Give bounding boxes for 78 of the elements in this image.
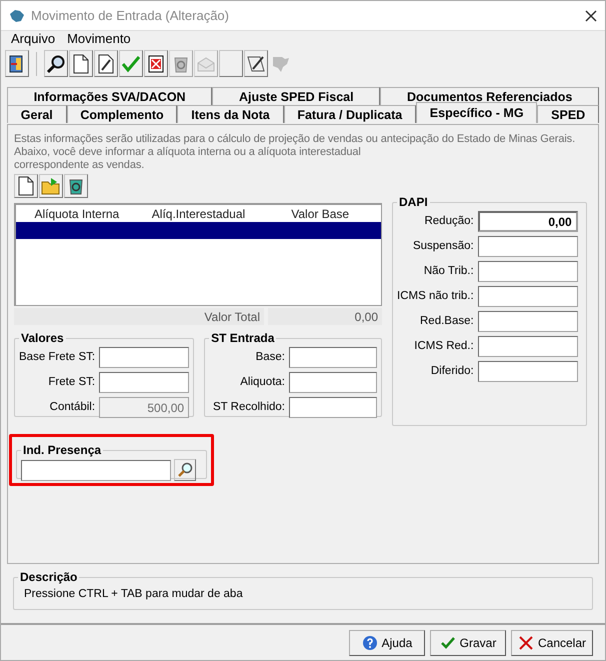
toolbar-button[interactable] (5, 50, 29, 77)
dialog-button[interactable]: Gravar (430, 630, 506, 656)
column-header[interactable]: Alíquota Interna (16, 205, 138, 223)
text-field[interactable]: 0,00 (478, 211, 578, 232)
field-label: Diferido: (430, 364, 474, 379)
group-title: ST Entrada (210, 330, 276, 347)
search-icon (177, 462, 193, 478)
total-value: 0,00 (268, 308, 382, 325)
description-text: Pressione CTRL + TAB para mudar de aba (24, 587, 243, 601)
field-label: Base Frete ST: (19, 350, 96, 365)
field-label: ICMS não trib.: (397, 288, 474, 304)
document-icon (18, 176, 34, 196)
toolbar-button[interactable] (144, 50, 168, 77)
text-field[interactable] (478, 261, 578, 282)
field-label: Não Trib.: (424, 264, 474, 279)
envelope-icon (196, 56, 216, 72)
group-title: Ind. Presença (22, 442, 102, 459)
field-label: Aliquota: (240, 374, 285, 390)
tab[interactable]: Itens da Nota (177, 105, 284, 123)
check-icon (440, 636, 456, 650)
pencil-document-icon (98, 54, 114, 74)
text-field[interactable] (478, 336, 578, 357)
text-field[interactable] (289, 372, 377, 393)
text-field[interactable] (99, 372, 190, 393)
menu-item[interactable]: Movimento (67, 29, 131, 49)
tab[interactable]: Informações SVA/DACON (7, 87, 212, 105)
delete-document-icon (147, 54, 165, 74)
info-text: correspondente as vendas. (14, 159, 144, 172)
info-text: Estas informações serão utilizadas para o cálculo de projeção de vendas ou antecipação do Estado de Minas Gerais. (14, 133, 576, 146)
column-header[interactable]: Alíq.Interestadual (138, 205, 260, 223)
check-icon (121, 54, 141, 72)
text-field[interactable] (478, 286, 578, 307)
tab[interactable]: Documentos Referenciados (380, 87, 600, 105)
close-icon (518, 634, 534, 650)
total-label: Valor Total (14, 308, 264, 325)
info-text: Abaixo, você deve informar a alíquota interna ou a alíquota interestadual (14, 146, 361, 159)
document-icon (73, 54, 89, 74)
text-field[interactable] (478, 361, 578, 382)
grid-tool-button[interactable] (14, 174, 38, 198)
text-field[interactable] (289, 347, 377, 368)
toolbar-button[interactable] (44, 50, 68, 77)
toolbar-button[interactable] (244, 50, 268, 77)
tab[interactable]: Complemento (66, 105, 178, 123)
group-title: Valores (20, 330, 65, 347)
tab[interactable]: Específico - MG (416, 102, 538, 123)
tab[interactable]: SPED (537, 105, 599, 123)
app-logo-icon (9, 8, 25, 22)
field-label: Red.Base: (420, 314, 474, 329)
close-icon[interactable] (585, 10, 597, 22)
field-label: Contábil: (50, 400, 96, 415)
tab[interactable]: Geral (7, 105, 67, 123)
dialog-button[interactable]: Ajuda (349, 630, 425, 656)
column-header[interactable]: Valor Base (259, 205, 381, 223)
group-title: Descrição (19, 569, 78, 586)
field-label: Suspensão: (412, 238, 474, 254)
text-field[interactable] (289, 397, 377, 418)
field-label: ICMS Red.: (414, 338, 474, 354)
text-field[interactable] (478, 311, 578, 332)
field-label: Frete ST: (48, 374, 96, 390)
menu-item[interactable]: Arquivo (11, 29, 56, 49)
window-title: Movimento de Entrada (Alteração) (31, 6, 229, 25)
search-button[interactable] (174, 459, 196, 481)
text-field[interactable] (99, 347, 190, 368)
group-title: DAPI (398, 194, 429, 211)
tab[interactable]: Fatura / Duplicata (284, 105, 416, 123)
tab[interactable]: Ajuste SPED Fiscal (212, 87, 380, 105)
field-label: Redução: (424, 214, 474, 229)
grid-tool-button[interactable] (64, 174, 88, 198)
toolbar-button[interactable] (94, 50, 118, 77)
folder-icon (41, 177, 61, 195)
dialog-button[interactable]: Cancelar (511, 630, 593, 656)
text-field[interactable] (478, 236, 578, 257)
text-field[interactable] (21, 460, 171, 480)
help-icon (362, 634, 378, 650)
toolbar-button[interactable] (69, 50, 93, 77)
search-icon (46, 54, 66, 74)
field-label: ST Recolhido: (212, 400, 285, 415)
field-label: Base: (256, 350, 285, 365)
